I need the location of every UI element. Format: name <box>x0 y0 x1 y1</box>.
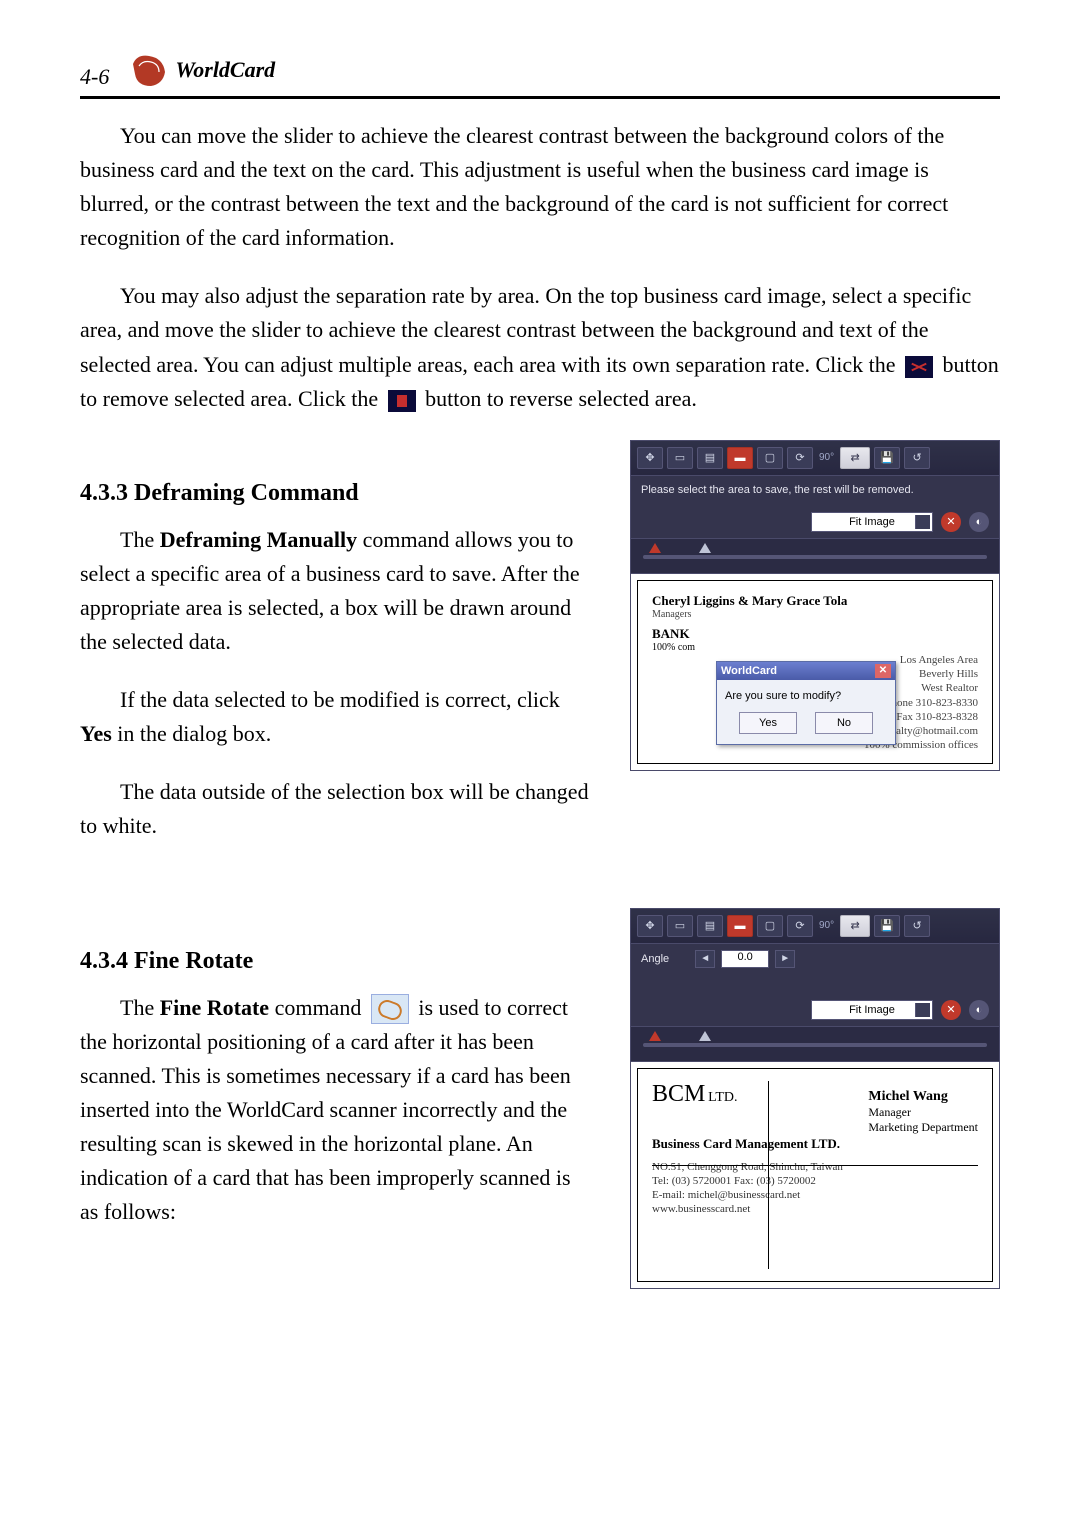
s433-p3: The data outside of the selection box wi… <box>80 775 590 843</box>
toolbar-scan-icon[interactable]: ▭ <box>667 447 693 469</box>
toolbar-save-icon[interactable]: 💾 <box>874 447 900 469</box>
heading-433: 4.3.3 Deframing Command <box>80 480 590 507</box>
toolbar-stop-icon[interactable]: ▬ <box>727 915 753 937</box>
card-pct: 100% com <box>652 642 978 653</box>
dialog-yes-button[interactable]: Yes <box>739 712 797 734</box>
zoom-select[interactable]: Fit Image <box>811 512 933 532</box>
card-person-dept: Marketing Department <box>868 1120 978 1135</box>
remove-area-icon <box>905 356 933 378</box>
card-tel: Tel: (03) 5720001 Fax: (03) 5720002 <box>652 1174 978 1188</box>
angle-input[interactable]: 0.0 <box>721 950 769 968</box>
card-logo: BCM <box>652 1081 705 1108</box>
paragraph-1: You can move the slider to achieve the c… <box>80 119 1000 255</box>
angle-decrease-button[interactable]: ◄ <box>695 950 715 968</box>
separation-slider[interactable] <box>631 538 999 574</box>
confirm-dialog: WorldCard ✕ Are you sure to modify? Yes … <box>716 661 896 745</box>
reverse-area-button[interactable]: ◐ <box>969 512 989 532</box>
paragraph-2c: button to reverse selected area. <box>425 386 697 411</box>
s434-p1: The Fine Rotate command is used to corre… <box>80 991 590 1230</box>
toolbar-finerotate-icon[interactable]: ⟳ <box>787 447 813 469</box>
card-preview-finerotate[interactable]: BCM LTD. Michel Wang Manager Marketing D… <box>637 1068 993 1282</box>
card-bank: BANK <box>652 626 978 642</box>
dialog-no-button[interactable]: No <box>815 712 873 734</box>
card-email: E-mail: michel@businesscard.net <box>652 1188 978 1202</box>
rotate-guide-horizontal <box>652 1165 978 1166</box>
card-web: www.businesscard.net <box>652 1202 978 1216</box>
worldcard-logo-icon <box>129 50 169 90</box>
card-person-name: Michel Wang <box>868 1089 978 1105</box>
angle-increase-button[interactable]: ► <box>775 950 795 968</box>
card-address: NO.51, Chenggong Road, Shinchu, Taiwan <box>652 1160 978 1174</box>
page-number: 4-6 <box>80 64 109 90</box>
toolbar-rot-label: 90° <box>817 452 836 463</box>
toolbar-revert-icon[interactable]: ↺ <box>904 447 930 469</box>
dialog-close-button[interactable]: ✕ <box>875 664 891 678</box>
toolbar-move-icon[interactable]: ✥ <box>637 447 663 469</box>
toolbar-browse-icon[interactable]: ▤ <box>697 447 723 469</box>
toolbar-scan-icon[interactable]: ▭ <box>667 915 693 937</box>
zoom-select[interactable]: Fit Image <box>811 1000 933 1020</box>
dialog-title: WorldCard <box>721 665 777 677</box>
angle-label: Angle <box>641 953 669 965</box>
toolbar-card-icon[interactable]: ▢ <box>757 915 783 937</box>
card-subtitle: Managers <box>652 609 978 620</box>
slider-pointer-white-icon[interactable] <box>699 543 711 553</box>
card-company: Business Card Management LTD. <box>652 1136 978 1152</box>
reverse-area-icon <box>388 390 416 412</box>
toolbar-finerotate-icon[interactable]: ⟳ <box>787 915 813 937</box>
toolbar-stop-icon[interactable]: ▬ <box>727 447 753 469</box>
toolbar-save-icon[interactable]: 💾 <box>874 915 900 937</box>
toolbar-revert-icon[interactable]: ↺ <box>904 915 930 937</box>
s433-p1: The Deframing Manually command allows yo… <box>80 523 590 659</box>
card-person-title: Manager <box>868 1105 978 1120</box>
slider-pointer-white-icon[interactable] <box>699 1031 711 1041</box>
slider-pointer-red-icon[interactable] <box>649 1031 661 1041</box>
paragraph-2: You may also adjust the separation rate … <box>80 279 1000 415</box>
remove-area-button[interactable]: ✕ <box>941 1000 961 1020</box>
dialog-message: Are you sure to modify? <box>717 680 895 712</box>
toolbar-cardswap-icon[interactable]: ⇄ <box>840 915 870 937</box>
remove-area-button[interactable]: ✕ <box>941 512 961 532</box>
page-header: 4-6 WorldCard <box>80 50 1000 99</box>
s433-p2: If the data selected to be modified is c… <box>80 683 590 751</box>
heading-434: 4.3.4 Fine Rotate <box>80 948 590 975</box>
deframe-panel: ✥ ▭ ▤ ▬ ▢ ⟳ 90° ⇄ 💾 ↺ Please select the … <box>630 440 1000 771</box>
slider-pointer-red-icon[interactable] <box>649 543 661 553</box>
toolbar-rot-label: 90° <box>817 920 836 931</box>
deframe-toolbar: ✥ ▭ ▤ ▬ ▢ ⟳ 90° ⇄ 💾 ↺ <box>631 441 999 476</box>
deframe-instruction: Please select the area to save, the rest… <box>631 476 999 510</box>
product-name: WorldCard <box>175 57 275 83</box>
toolbar-browse-icon[interactable]: ▤ <box>697 915 723 937</box>
card-name: Cheryl Liggins & Mary Grace Tola <box>652 593 978 609</box>
paragraph-2a: You may also adjust the separation rate … <box>80 283 971 376</box>
card-preview-deframe[interactable]: Cheryl Liggins & Mary Grace Tola Manager… <box>637 580 993 764</box>
toolbar-cardswap-icon[interactable]: ⇄ <box>840 447 870 469</box>
reverse-area-button[interactable]: ◐ <box>969 1000 989 1020</box>
fine-rotate-icon <box>371 994 409 1024</box>
toolbar-card-icon[interactable]: ▢ <box>757 447 783 469</box>
finerotate-toolbar: ✥ ▭ ▤ ▬ ▢ ⟳ 90° ⇄ 💾 ↺ <box>631 909 999 944</box>
rotate-guide-vertical <box>768 1081 769 1269</box>
finerotate-panel: ✥ ▭ ▤ ▬ ▢ ⟳ 90° ⇄ 💾 ↺ Angle ◄ 0.0 ► <box>630 908 1000 1289</box>
separation-slider[interactable] <box>631 1026 999 1062</box>
toolbar-move-icon[interactable]: ✥ <box>637 915 663 937</box>
